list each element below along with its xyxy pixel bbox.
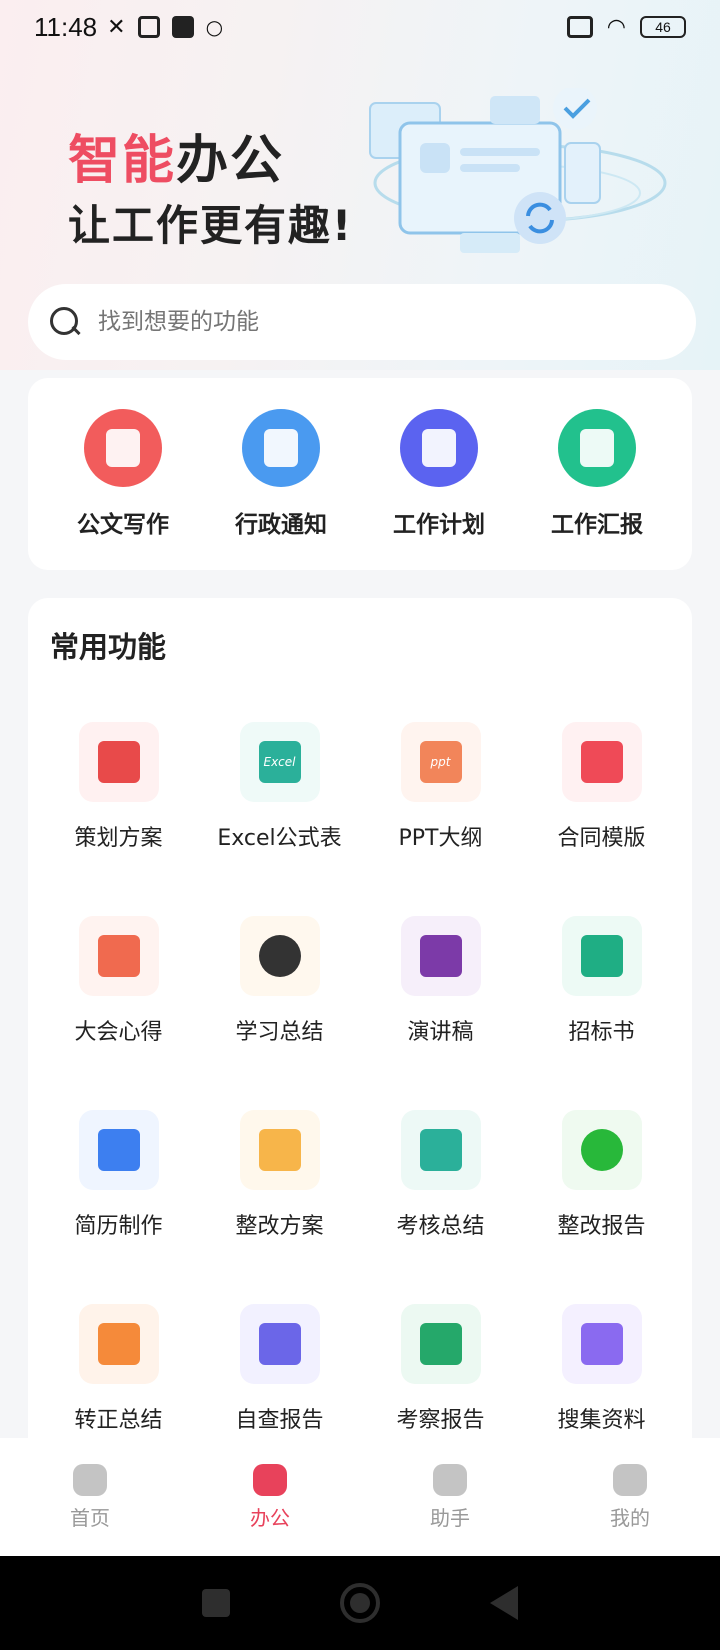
quick-action-label: 行政通知 — [235, 512, 327, 538]
function-item[interactable]: 搜集资料 — [521, 1304, 682, 1458]
function-label: 搜集资料 — [557, 1408, 646, 1433]
function-item[interactable]: 整改方案 — [199, 1110, 360, 1264]
collect-doc-icon — [561, 1304, 642, 1384]
user-check-icon — [78, 1304, 159, 1384]
clipboard-icon — [558, 409, 636, 487]
function-label: 演讲稿 — [407, 1020, 474, 1045]
function-item[interactable]: 合同模版 — [521, 722, 682, 876]
function-item[interactable]: 策划方案 — [38, 722, 199, 876]
function-item[interactable]: 学习总结 — [199, 916, 360, 1070]
nav-label: 首页 — [70, 1505, 110, 1530]
function-label: 自查报告 — [235, 1408, 324, 1433]
function-label: 策划方案 — [74, 826, 163, 851]
contract-icon — [561, 722, 642, 802]
nav-tab-2[interactable]: 助手 — [390, 1463, 510, 1531]
quick-action-0[interactable]: 公文写作 — [48, 409, 198, 539]
magnifier-icon — [400, 1304, 481, 1384]
function-item[interactable]: 自查报告 — [199, 1304, 360, 1458]
function-item[interactable]: 整改报告 — [521, 1110, 682, 1264]
section-title: 常用功能 — [50, 630, 167, 664]
function-item[interactable]: 简历制作 — [38, 1110, 199, 1264]
pencil-doc-icon — [84, 409, 162, 487]
quick-action-label: 工作计划 — [393, 512, 485, 538]
search-bar[interactable] — [28, 284, 696, 360]
calendar-doc-icon — [400, 409, 478, 487]
function-item[interactable]: 转正总结 — [38, 1304, 199, 1458]
laptop-icon — [242, 409, 320, 487]
edit-circle-icon — [561, 1110, 642, 1190]
status-time: 11:48 — [34, 11, 98, 42]
computer-illustration-icon — [369, 88, 667, 253]
quick-action-label: 公文写作 — [77, 512, 169, 538]
function-label: 整改报告 — [557, 1214, 646, 1239]
notebook-heart-icon — [78, 916, 159, 996]
nav-tab-3[interactable]: 我的 — [570, 1463, 690, 1531]
quick-action-3[interactable]: 工作汇报 — [522, 409, 672, 539]
function-label: PPT大纲 — [398, 826, 483, 851]
functions-grid: 策划方案 Excel Excel公式表 ppt PPT大纲 合同模版大会心得 学习总结 演讲稿… — [38, 722, 682, 1458]
ppt-icon: ppt — [400, 722, 481, 802]
recents-button[interactable] — [202, 1589, 230, 1617]
check-doc-icon — [400, 1110, 481, 1190]
no-sim-icon — [566, 16, 593, 38]
icon-glyph: ppt — [419, 741, 462, 783]
search-doc-icon — [239, 1304, 320, 1384]
function-label: 考察报告 — [396, 1408, 485, 1433]
location-icon: ○ — [205, 15, 224, 39]
search-icon — [48, 305, 82, 339]
nav-label: 办公 — [250, 1505, 290, 1530]
function-item[interactable]: ppt PPT大纲 — [360, 722, 521, 876]
icon-glyph: Excel — [258, 741, 301, 783]
app-icon — [171, 16, 194, 38]
excel-icon: Excel — [239, 722, 320, 802]
home-button[interactable] — [340, 1583, 380, 1623]
search-input[interactable] — [98, 309, 658, 335]
speech-doc-icon — [400, 916, 481, 996]
battery-icon: 46 — [640, 16, 686, 38]
function-item[interactable]: 演讲稿 — [360, 916, 521, 1070]
common-functions-card: 常用功能 策划方案 Excel Excel公式表 ppt PPT大纲 合同模版大会心得 学习… — [28, 598, 692, 1438]
function-label: 转正总结 — [74, 1408, 163, 1433]
function-label: 合同模版 — [557, 826, 646, 851]
mute-icon: ✕ — [107, 14, 126, 40]
function-label: Excel公式表 — [217, 826, 342, 851]
status-bar: 11:48 ✕ ○ ◠ 46 — [0, 0, 720, 54]
system-nav-bar — [0, 1556, 720, 1650]
open-book-icon — [239, 916, 320, 996]
profile-icon — [613, 1463, 647, 1496]
resume-icon — [78, 1110, 159, 1190]
app-icon — [137, 16, 160, 38]
hero-title: 智能办公 — [68, 131, 285, 191]
function-label: 考核总结 — [396, 1214, 485, 1239]
function-label: 简历制作 — [74, 1214, 163, 1239]
function-label: 招标书 — [568, 1020, 635, 1045]
gavel-icon — [561, 916, 642, 996]
person-doc-icon — [239, 1110, 320, 1190]
home-icon — [73, 1463, 107, 1496]
nav-label: 助手 — [430, 1505, 470, 1530]
nav-label: 我的 — [610, 1505, 650, 1530]
bottom-nav: 首页 办公 助手 我的 — [0, 1438, 720, 1556]
quick-action-2[interactable]: 工作计划 — [364, 409, 514, 539]
hero-subtitle: 让工作更有趣! — [68, 201, 354, 250]
nav-tab-1[interactable]: 办公 — [210, 1463, 330, 1531]
back-button[interactable] — [490, 1586, 518, 1620]
function-item[interactable]: 大会心得 — [38, 916, 199, 1070]
bookmark-doc-icon — [78, 722, 159, 802]
function-label: 整改方案 — [235, 1214, 324, 1239]
wifi-icon: ◠ — [606, 14, 626, 40]
quick-action-1[interactable]: 行政通知 — [206, 409, 356, 539]
function-item[interactable]: 考核总结 — [360, 1110, 521, 1264]
function-label: 大会心得 — [74, 1020, 163, 1045]
office-icon — [253, 1463, 287, 1496]
function-item[interactable]: Excel Excel公式表 — [199, 722, 360, 876]
quick-actions-card: 公文写作 行政通知 工作计划 工作汇报 — [28, 378, 692, 570]
assistant-icon — [433, 1463, 467, 1496]
function-item[interactable]: 招标书 — [521, 916, 682, 1070]
nav-tab-0[interactable]: 首页 — [30, 1463, 150, 1531]
function-label: 学习总结 — [235, 1020, 324, 1045]
function-item[interactable]: 考察报告 — [360, 1304, 521, 1458]
quick-action-label: 工作汇报 — [551, 512, 643, 538]
